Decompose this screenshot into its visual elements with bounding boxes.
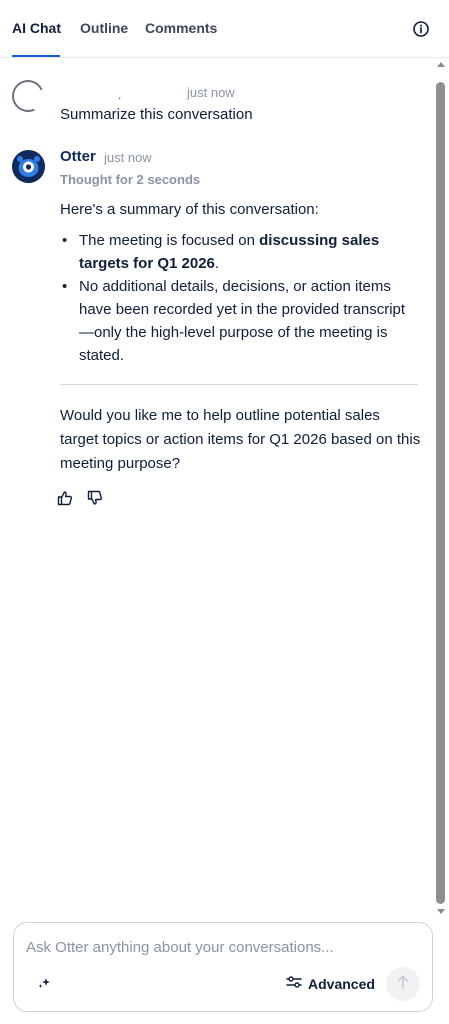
thought-duration[interactable]: Thought for 2 seconds: [60, 172, 200, 187]
user-message-time: just now: [187, 85, 235, 100]
summary-bullet: No additional details, decisions, or act…: [60, 275, 420, 367]
send-button[interactable]: [386, 967, 420, 1001]
tab-bar: AI Chat Outline Comments: [0, 0, 449, 58]
otter-message-time: just now: [104, 150, 152, 165]
otter-avatar: [12, 150, 45, 183]
summary-intro: Here's a summary of this conversation:: [60, 201, 319, 218]
tab-outline[interactable]: Outline: [80, 20, 128, 36]
thumbs-down-icon[interactable]: [87, 490, 103, 506]
followup-question: Would you like me to help outline potent…: [60, 407, 421, 472]
sliders-icon: [286, 975, 302, 994]
user-name: .: [118, 88, 122, 102]
info-icon[interactable]: [412, 20, 430, 38]
scroll-down-arrow-icon[interactable]: [437, 909, 445, 914]
scrollbar-thumb[interactable]: [436, 82, 445, 904]
advanced-button[interactable]: Advanced: [286, 973, 375, 995]
otter-name: Otter: [60, 148, 96, 165]
summary-bullet: The meeting is focused on discussing sal…: [60, 229, 420, 275]
tab-ai-chat[interactable]: AI Chat: [12, 20, 61, 36]
thumbs-up-icon[interactable]: [57, 490, 73, 506]
sparkle-icon[interactable]: [36, 975, 52, 991]
tab-comments[interactable]: Comments: [145, 20, 217, 36]
active-tab-indicator: [12, 55, 60, 57]
scroll-up-arrow-icon[interactable]: [437, 62, 445, 67]
arrow-up-icon: [397, 975, 409, 994]
chat-composer: Advanced: [13, 922, 433, 1012]
user-message-text: Summarize this conversation: [60, 106, 253, 123]
advanced-label: Advanced: [308, 976, 375, 992]
summary-list: The meeting is focused on discussing sal…: [60, 229, 420, 367]
chat-scroll-area[interactable]: [0, 58, 449, 918]
divider: [60, 384, 418, 385]
chat-input[interactable]: [26, 935, 420, 959]
